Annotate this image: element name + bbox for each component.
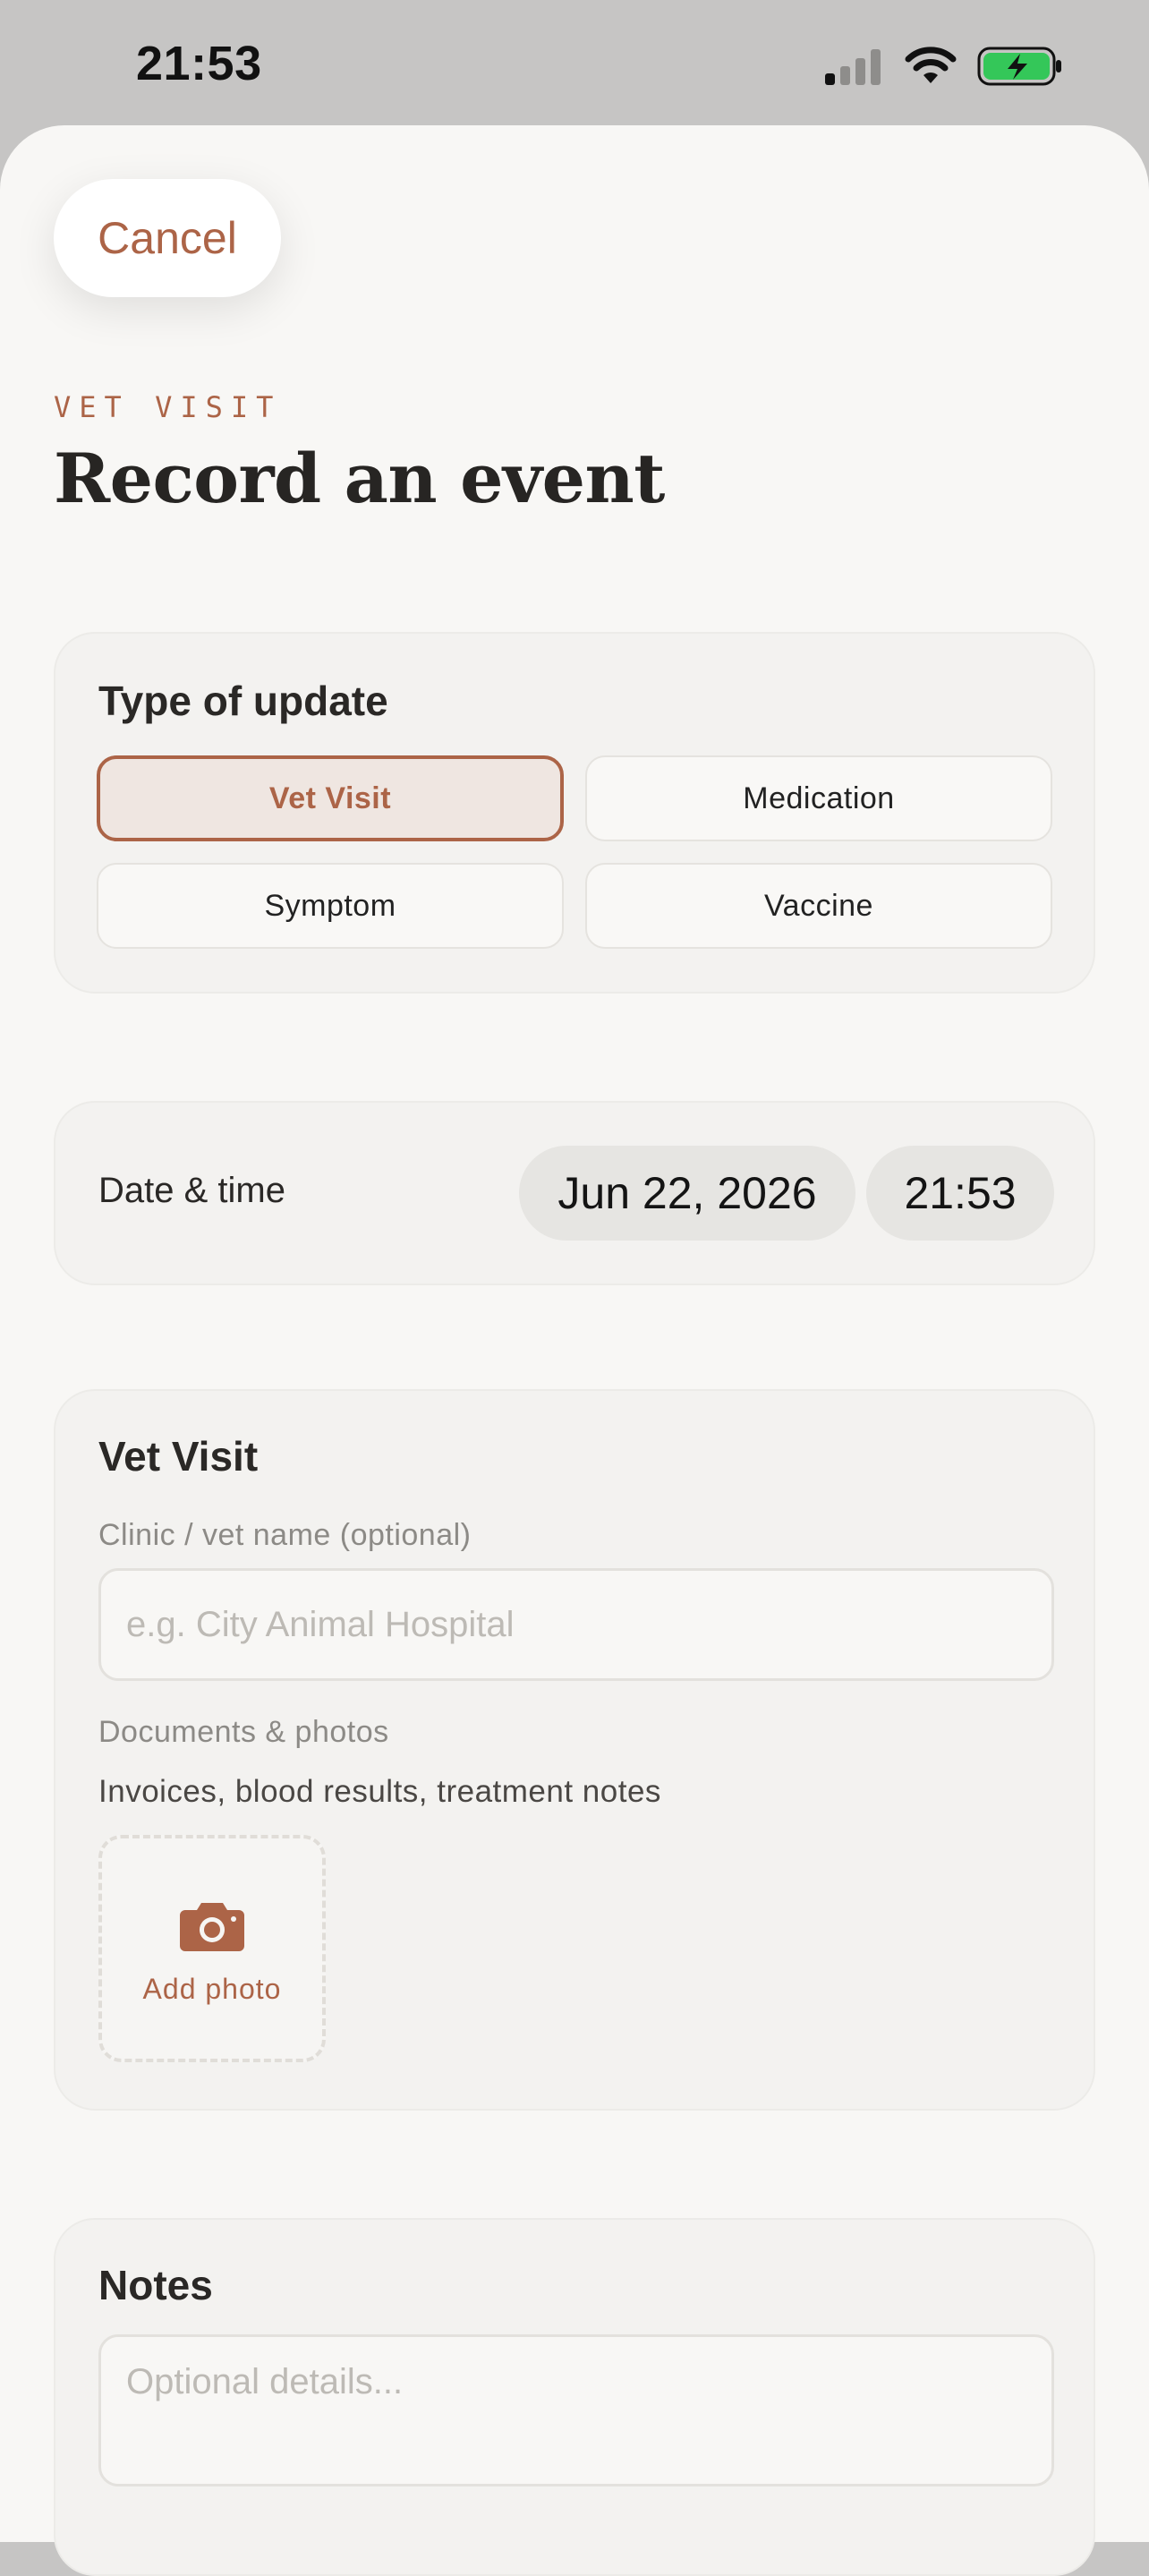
modal-sheet: Cancel VET VISIT Record an event Type of…: [0, 125, 1149, 2576]
status-time: 21:53: [136, 37, 262, 90]
clinic-name-input[interactable]: e.g. City Animal Hospital: [98, 1568, 1054, 1681]
type-of-update-heading: Type of update: [98, 678, 388, 724]
clinic-name-label: Clinic / vet name (optional): [98, 1518, 472, 1552]
notes-heading: Notes: [98, 2262, 213, 2308]
date-picker-button[interactable]: Jun 22, 2026: [519, 1146, 855, 1241]
status-bar: 21:53: [0, 0, 1149, 134]
cellular-signal-icon: [823, 47, 884, 90]
page-title: Record an event: [54, 439, 665, 518]
vet-visit-details-card: Vet Visit Clinic / vet name (optional) e…: [54, 1389, 1095, 2111]
cancel-button[interactable]: Cancel: [54, 179, 281, 297]
documents-help-text: Invoices, blood results, treatment notes: [98, 1774, 661, 1809]
date-time-label: Date & time: [98, 1171, 285, 1210]
add-photo-label: Add photo: [142, 1973, 282, 2005]
camera-icon: [178, 1899, 246, 1958]
battery-charging-icon: [977, 46, 1063, 91]
notes-textarea[interactable]: Optional details...: [98, 2334, 1054, 2486]
type-option-vet-visit[interactable]: Vet Visit: [97, 755, 564, 841]
notes-card: Notes Optional details...: [54, 2218, 1095, 2576]
date-time-card: Date & time Jun 22, 2026 21:53: [54, 1101, 1095, 1285]
type-option-symptom[interactable]: Symptom: [97, 863, 564, 949]
time-picker-button[interactable]: 21:53: [866, 1146, 1054, 1241]
wifi-icon: [904, 46, 958, 90]
type-option-vaccine[interactable]: Vaccine: [585, 863, 1052, 949]
type-option-medication[interactable]: Medication: [585, 755, 1052, 841]
vet-visit-heading: Vet Visit: [98, 1433, 259, 1480]
type-of-update-card: Type of update Vet Visit Medication Symp…: [54, 632, 1095, 994]
documents-photos-label: Documents & photos: [98, 1715, 389, 1749]
status-icons: [823, 46, 1063, 91]
event-type-eyebrow: VET VISIT: [54, 390, 282, 424]
add-photo-button[interactable]: Add photo: [98, 1835, 326, 2062]
